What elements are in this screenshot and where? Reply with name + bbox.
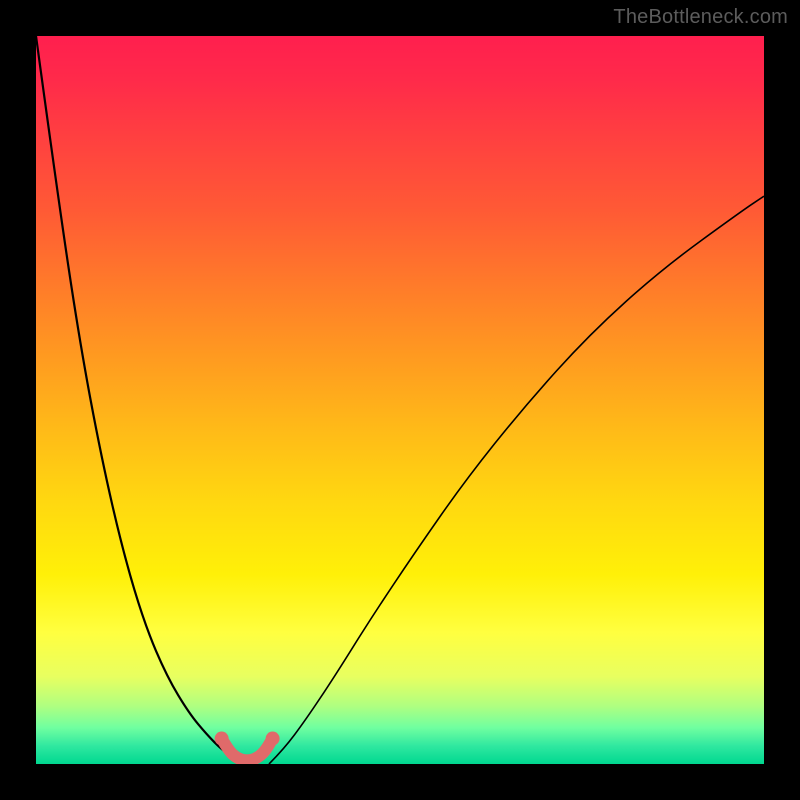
chart-container: TheBottleneck.com xyxy=(0,0,800,800)
watermark-text: TheBottleneck.com xyxy=(613,6,788,29)
bottom-marker-dots xyxy=(215,732,280,746)
left-curve xyxy=(36,36,240,764)
right-curve xyxy=(269,196,764,764)
plot-area xyxy=(36,36,764,764)
marker-end-dot xyxy=(266,732,280,746)
curve-layer xyxy=(36,36,764,764)
marker-end-dot xyxy=(215,732,229,746)
bottom-marker-curve xyxy=(222,739,273,761)
